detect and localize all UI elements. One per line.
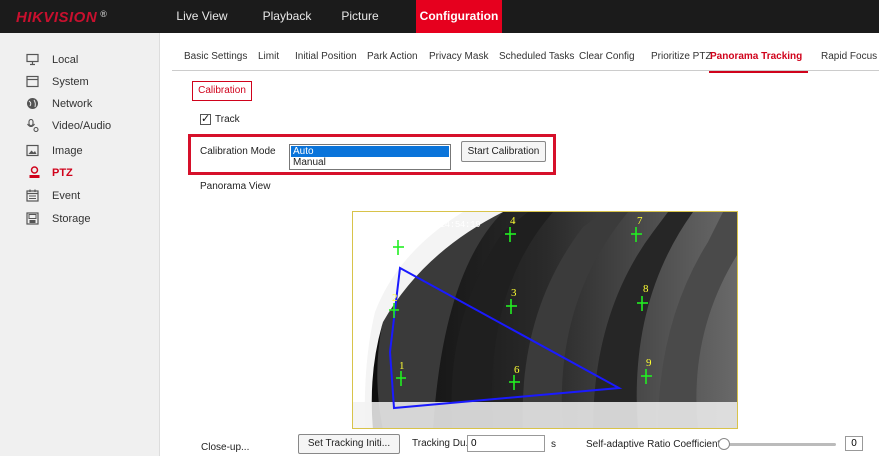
mode-option-manual[interactable]: Manual (291, 157, 449, 169)
tab-park-action[interactable]: Park Action (367, 51, 418, 62)
tracking-settings-row: Close-up... Set Tracking Initi... Tracki… (0, 431, 879, 456)
ratio-value-input[interactable] (845, 436, 863, 451)
calibration-mode-label: Calibration Mode (200, 146, 276, 157)
nav-live-view[interactable]: Live View (166, 0, 238, 33)
ratio-slider-handle[interactable] (718, 438, 730, 450)
sidebar-item-local[interactable]: Local (0, 49, 160, 71)
sidebar-item-label: System (52, 76, 89, 88)
point-3-marker[interactable] (506, 299, 517, 314)
point-1-marker[interactable] (396, 371, 406, 386)
hikvision-logo: HIKVISION ® (16, 9, 108, 26)
calibration-points-overlay (389, 227, 652, 390)
sidebar-item-video-audio[interactable]: Video/Audio (0, 115, 160, 137)
sidebar-item-label: Storage (52, 213, 91, 225)
point-8-marker[interactable] (637, 296, 648, 311)
tab-initial-position[interactable]: Initial Position (295, 51, 357, 62)
sidebar-item-label: Image (52, 145, 83, 157)
tracking-duration-input[interactable] (467, 435, 545, 452)
nav-playback[interactable]: Playback (252, 0, 322, 33)
tab-panorama-tracking[interactable]: Panorama Tracking (710, 51, 802, 62)
sidebar-item-label: PTZ (52, 167, 73, 179)
tab-calibration[interactable]: Calibration (192, 81, 252, 101)
point-label-9: 9 (646, 357, 652, 369)
sidebar-item-network[interactable]: Network (0, 93, 160, 115)
duration-unit-label: s (551, 439, 556, 450)
video-audio-icon (27, 119, 39, 132)
point-6-marker[interactable] (509, 375, 520, 390)
tab-basic-settings[interactable]: Basic Settings (184, 51, 247, 62)
panorama-view-label: Panorama View (200, 181, 271, 192)
sidebar-item-label: Local (52, 54, 79, 66)
sidebar-item-label: Event (52, 190, 81, 202)
globe-icon (27, 98, 38, 109)
set-tracking-initial-button[interactable]: Set Tracking Initi... (298, 434, 400, 454)
tab-privacy-mask[interactable]: Privacy Mask (429, 51, 488, 62)
mode-option-auto[interactable]: Auto (291, 146, 449, 157)
track-label: Track (215, 114, 240, 125)
point-9-marker[interactable] (641, 369, 652, 384)
point-label-3: 3 (511, 287, 517, 299)
point-label-4: 4 (510, 215, 516, 227)
point-label-6: 6 (514, 364, 520, 376)
sidebar: Local System Network Video/Audio Image P… (0, 33, 160, 456)
monitor-icon (26, 53, 39, 66)
window-icon (26, 75, 39, 88)
top-navigation-bar: HIKVISION ® Live View Playback Picture Co… (0, 0, 879, 33)
point-5-marker[interactable] (393, 240, 404, 255)
point-label-8: 8 (643, 283, 649, 295)
point-7-marker[interactable] (631, 227, 642, 242)
point-label-2: 2 (392, 292, 398, 304)
sidebar-item-storage[interactable]: Storage (0, 208, 160, 230)
tab-prioritize-ptz[interactable]: Prioritize PTZ (651, 51, 712, 62)
active-tab-indicator (709, 71, 808, 73)
ratio-slider-track[interactable] (724, 443, 836, 446)
tracking-duration-label: Tracking Du... (412, 438, 474, 449)
ratio-coefficient-label: Self-adaptive Ratio Coefficient (586, 439, 721, 450)
nav-picture[interactable]: Picture (320, 0, 400, 33)
sidebar-item-system[interactable]: System (0, 71, 160, 93)
start-calibration-button[interactable]: Start Calibration (461, 141, 546, 162)
point-2-marker[interactable] (389, 303, 399, 318)
sidebar-item-event[interactable]: Event (0, 185, 160, 207)
tab-limit[interactable]: Limit (258, 51, 279, 62)
calibration-mode-dropdown[interactable]: Auto Manual (289, 144, 451, 170)
panorama-view[interactable]: 08-18-2020 Tue 14:54:19 1 2 3 4 6 7 8 9 (352, 211, 738, 429)
sidebar-item-ptz[interactable]: PTZ (0, 162, 160, 184)
image-icon (26, 144, 39, 157)
storage-icon (26, 212, 39, 225)
point-4-marker[interactable] (505, 227, 516, 242)
tab-scheduled-tasks[interactable]: Scheduled Tasks (499, 51, 574, 62)
ptz-icon (29, 166, 40, 178)
sidebar-item-label: Video/Audio (52, 120, 112, 132)
calendar-icon (26, 189, 39, 202)
sidebar-item-label: Network (52, 98, 93, 110)
close-up-label: Close-up... (201, 442, 250, 453)
nav-configuration[interactable]: Configuration (416, 0, 502, 33)
track-checkbox[interactable] (200, 112, 211, 125)
point-label-1: 1 (399, 360, 405, 372)
tab-clear-config[interactable]: Clear Config (579, 51, 635, 62)
ptz-subtabs: Basic Settings Limit Initial Position Pa… (172, 45, 879, 71)
sidebar-item-image[interactable]: Image (0, 140, 160, 162)
point-label-7: 7 (637, 215, 643, 227)
tab-rapid-focus[interactable]: Rapid Focus (821, 51, 877, 62)
